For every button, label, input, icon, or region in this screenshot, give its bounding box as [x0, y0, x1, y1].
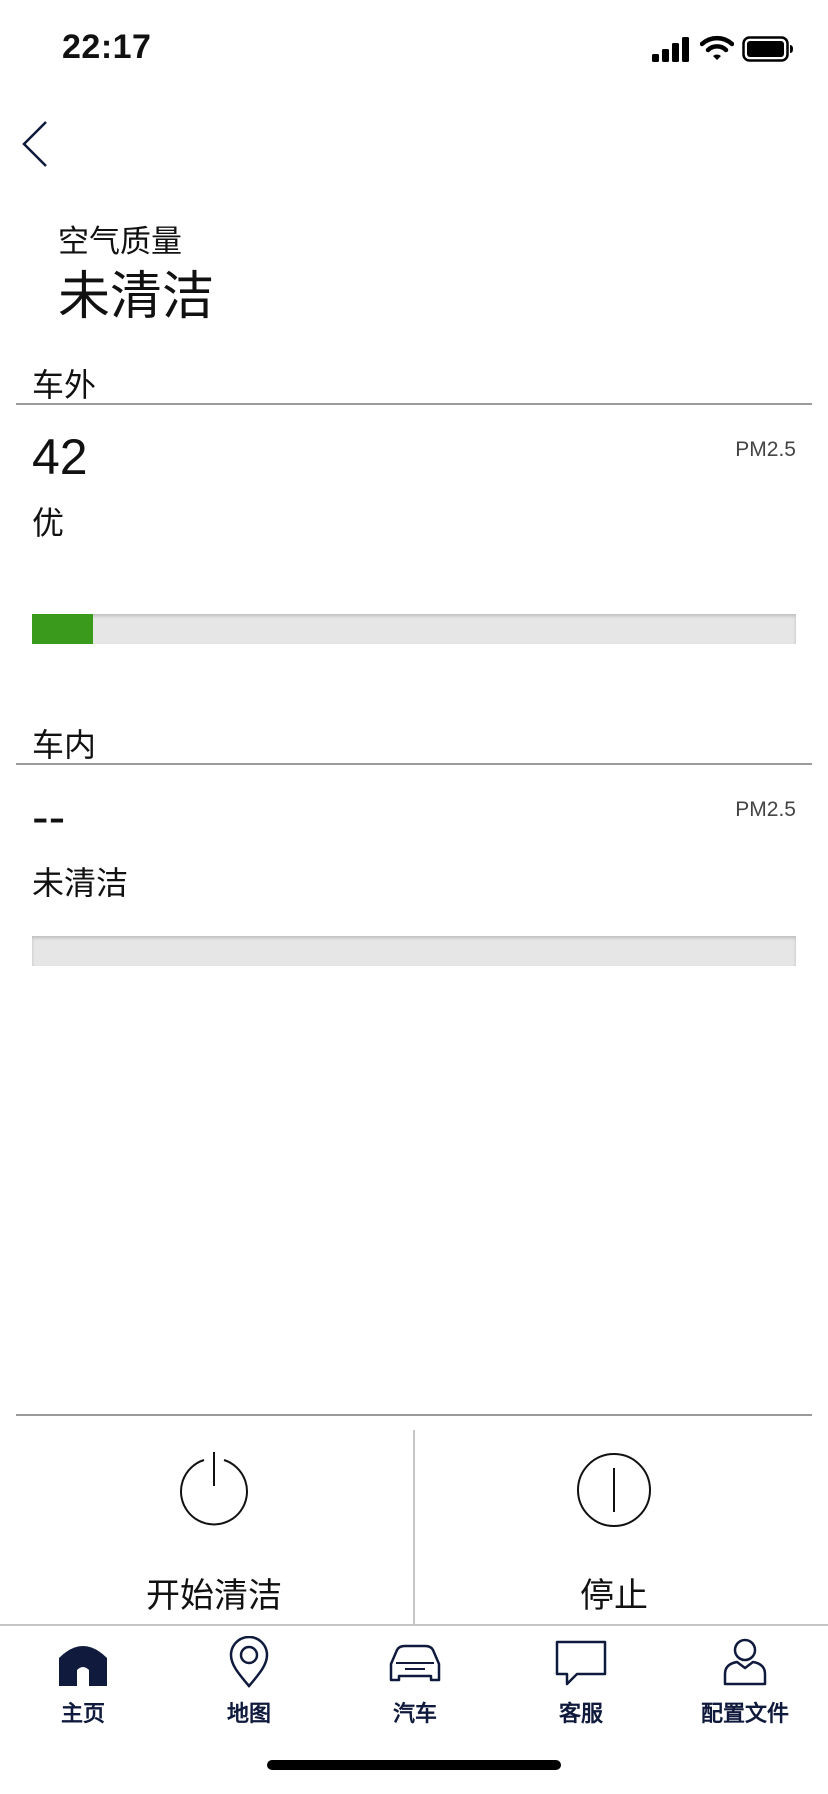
home-indicator — [267, 1760, 561, 1770]
outside-pm-value: 42 — [32, 429, 88, 485]
home-icon — [59, 1646, 107, 1686]
status-time: 22:17 — [62, 28, 152, 66]
tab-home[interactable]: 主页 — [0, 1626, 166, 1736]
stop-button[interactable]: 停止 — [414, 1418, 814, 1624]
outside-air-level: 优 — [32, 504, 65, 542]
battery-icon — [742, 36, 793, 62]
stop-icon — [577, 1453, 651, 1527]
inside-pm-unit: PM2.5 — [735, 798, 796, 821]
actions-divider — [16, 1414, 812, 1416]
cellular-signal-icon — [652, 37, 689, 62]
chat-icon — [555, 1640, 607, 1686]
inside-divider — [16, 763, 812, 765]
wifi-icon — [700, 35, 734, 60]
outside-pm-bar — [32, 614, 796, 644]
tab-profile-label: 配置文件 — [700, 1702, 789, 1727]
map-pin-icon — [229, 1636, 269, 1688]
tab-home-label: 主页 — [60, 1702, 105, 1727]
tab-map-label: 地图 — [226, 1702, 271, 1727]
inside-air-level: 未清洁 — [32, 864, 129, 902]
inside-pm-value: -- — [32, 789, 66, 845]
profile-icon — [723, 1638, 767, 1686]
tab-service[interactable]: 客服 — [498, 1626, 664, 1736]
inside-pm-bar — [32, 936, 796, 966]
inside-section-label: 车内 — [32, 726, 97, 764]
stop-label: 停止 — [580, 1576, 648, 1616]
power-icon — [180, 1452, 248, 1526]
outside-divider — [16, 403, 812, 405]
tab-map[interactable]: 地图 — [166, 1626, 332, 1736]
tab-service-label: 客服 — [558, 1702, 603, 1727]
start-cleaning-label: 开始清洁 — [146, 1576, 282, 1616]
outside-section-label: 车外 — [32, 366, 97, 404]
start-cleaning-button[interactable]: 开始清洁 — [14, 1418, 414, 1624]
car-icon — [389, 1644, 441, 1682]
outside-pm-unit: PM2.5 — [735, 438, 796, 461]
tab-car-label: 汽车 — [392, 1702, 437, 1727]
back-chevron-icon[interactable] — [16, 116, 56, 172]
outside-pm-bar-fill — [32, 614, 94, 644]
tab-car[interactable]: 汽车 — [332, 1626, 498, 1736]
page-title: 未清洁 — [58, 267, 215, 327]
tab-profile[interactable]: 配置文件 — [662, 1626, 828, 1736]
